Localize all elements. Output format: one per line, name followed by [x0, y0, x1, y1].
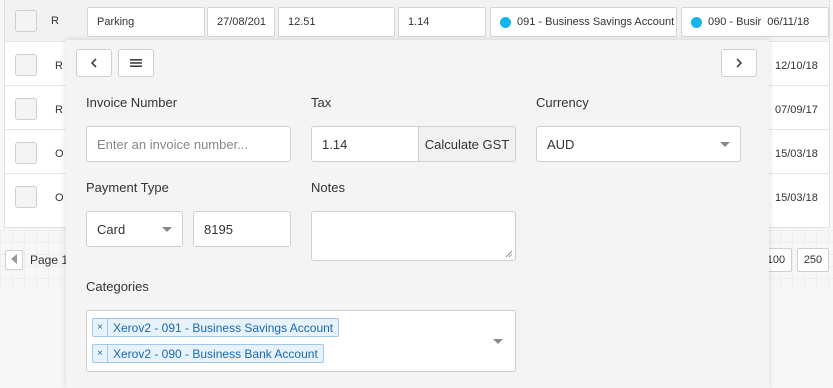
prev-page-button[interactable]	[5, 250, 23, 270]
category-tag-label: Xerov2 - 091 - Business Savings Account	[113, 320, 334, 335]
row-checkbox[interactable]	[15, 98, 37, 120]
category-tag-label: Xerov2 - 090 - Business Bank Account	[113, 346, 318, 361]
remove-tag-icon[interactable]: ×	[93, 345, 108, 362]
row-date: 15/03/18	[775, 148, 818, 160]
caret-down-icon	[720, 142, 730, 147]
row-type: R	[51, 15, 59, 27]
xero-icon	[691, 16, 702, 28]
account-select[interactable]: 090 - Busir 06/11/18	[681, 7, 829, 37]
resize-handle-icon[interactable]	[505, 250, 513, 258]
currency-label: Currency	[536, 95, 589, 110]
currency-value: AUD	[547, 136, 575, 152]
notes-label: Notes	[311, 180, 345, 195]
back-button[interactable]	[76, 49, 112, 77]
chevron-left-icon	[90, 58, 97, 68]
row-type: O	[55, 192, 64, 204]
tax-input[interactable]: 1.14	[398, 7, 486, 37]
payment-type-value: Card	[97, 221, 126, 237]
row-type: O	[55, 148, 64, 160]
account-label: 091 - Business Savings Account	[517, 16, 675, 28]
row-date: 06/11/18	[767, 16, 810, 28]
calculate-gst-button[interactable]: Calculate GST	[418, 126, 516, 162]
payment-type-select[interactable]: Card	[86, 211, 183, 247]
tax-label: Tax	[311, 95, 332, 110]
invoice-number-input[interactable]: Enter an invoice number...	[86, 126, 291, 162]
account-select[interactable]: 091 - Business Savings Account	[490, 7, 677, 37]
row-checkbox[interactable]	[15, 186, 37, 208]
row-checkbox[interactable]	[15, 54, 37, 76]
category-tag[interactable]: × Xerov2 - 091 - Business Savings Accoun…	[92, 318, 340, 337]
page-size-250-button[interactable]: 250	[797, 248, 829, 272]
category-tag[interactable]: × Xerov2 - 090 - Business Bank Account	[92, 344, 324, 363]
row-checkbox[interactable]	[15, 142, 37, 164]
row-date: 12/10/18	[775, 60, 818, 72]
menu-button[interactable]	[118, 49, 154, 77]
card-number-input[interactable]: 8195	[193, 211, 291, 247]
table-row[interactable]: R Parking 27/08/201 12.51 1.14 091 - Bus…	[5, 0, 829, 42]
amount-input[interactable]: 12.51	[278, 7, 395, 37]
categories-multiselect[interactable]: × Xerov2 - 091 - Business Savings Accoun…	[86, 310, 516, 372]
xero-icon	[500, 16, 511, 28]
chevron-right-icon	[736, 58, 743, 68]
invoice-number-label: Invoice Number	[86, 95, 178, 110]
hamburger-icon	[130, 59, 142, 67]
triangle-left-icon	[11, 254, 17, 264]
row-type: R	[55, 60, 63, 72]
account-label: 090 - Busir	[708, 16, 762, 28]
page-label: Page 1	[30, 253, 69, 267]
transaction-detail-panel: Invoice Number Enter an invoice number..…	[66, 40, 769, 388]
row-date: 15/03/18	[775, 192, 818, 204]
row-checkbox[interactable]	[15, 10, 37, 32]
notes-textarea[interactable]	[311, 211, 516, 261]
description-input[interactable]: Parking	[87, 7, 205, 37]
row-date: 07/09/17	[775, 104, 818, 116]
row-type: R	[55, 104, 63, 116]
next-button[interactable]	[721, 49, 757, 77]
payment-type-label: Payment Type	[86, 180, 169, 195]
tax-input[interactable]: 1.14	[311, 126, 419, 162]
categories-label: Categories	[86, 279, 149, 294]
currency-select[interactable]: AUD	[536, 126, 741, 162]
caret-down-icon	[493, 339, 503, 344]
date-input[interactable]: 27/08/201	[207, 7, 275, 37]
caret-down-icon	[162, 227, 172, 232]
remove-tag-icon[interactable]: ×	[93, 319, 108, 336]
